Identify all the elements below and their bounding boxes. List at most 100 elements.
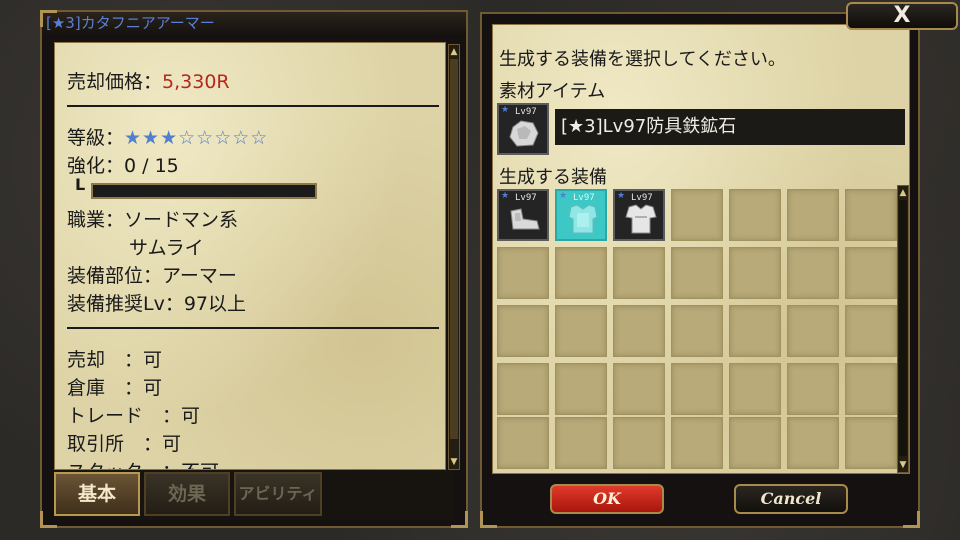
empty-slot[interactable]	[787, 363, 839, 415]
item-level: Lv97	[631, 193, 653, 203]
enhance-value: 0 / 15	[124, 155, 179, 177]
grade-label: 等級：	[67, 127, 125, 149]
level-row: 装備推奨Lv：97以上	[67, 289, 246, 316]
tab-effects[interactable]: 効果	[144, 472, 230, 516]
cancel-button[interactable]: Cancel	[734, 484, 848, 514]
tab-basic[interactable]: 基本	[54, 472, 140, 516]
enhance-progress-bar	[91, 183, 317, 199]
enhance-row: 強化：0 / 15	[67, 151, 179, 178]
empty-slot[interactable]	[845, 363, 897, 415]
empty-slot[interactable]	[845, 247, 897, 299]
empty-slot[interactable]	[555, 363, 607, 415]
empty-slot[interactable]	[613, 417, 665, 469]
level-label: 装備推奨Lv：	[67, 293, 184, 315]
frame-corner	[903, 511, 920, 528]
flag-value: 可	[143, 349, 163, 371]
empty-slot[interactable]	[729, 363, 781, 415]
empty-slot[interactable]	[613, 363, 665, 415]
empty-slot[interactable]	[671, 305, 723, 357]
scroll-up-icon[interactable]: ▲	[898, 188, 908, 198]
empty-slot[interactable]	[671, 363, 723, 415]
grade-stars-filled: ★★★	[124, 127, 179, 149]
flag-row: スタック ：不可	[67, 457, 219, 469]
empty-slot[interactable]	[845, 305, 897, 357]
star-badge-icon: ★	[501, 191, 510, 201]
enhance-label: 強化：	[67, 155, 125, 177]
empty-slot[interactable]	[729, 417, 781, 469]
empty-slot[interactable]	[555, 417, 607, 469]
flag-value: 可	[143, 377, 163, 399]
flag-value: 可	[181, 405, 201, 427]
flag-label: スタック ：	[67, 461, 181, 469]
price-value: 5,330R	[162, 71, 230, 93]
ore-icon	[509, 120, 539, 147]
flag-label: 売却 ：	[67, 349, 144, 371]
boots-icon	[510, 208, 540, 230]
instruction-text: 生成する装備を選択してください。	[499, 49, 786, 70]
grade-row: 等級：★★★☆☆☆☆☆	[67, 123, 268, 150]
empty-slot[interactable]	[671, 189, 723, 241]
empty-slot[interactable]	[729, 189, 781, 241]
empty-slot[interactable]	[729, 247, 781, 299]
empty-slot[interactable]	[787, 305, 839, 357]
material-item-slot[interactable]: ★ Lv97	[497, 103, 549, 155]
detail-tab-bar: 基本 効果 アビリティ	[54, 470, 454, 520]
scroll-down-icon[interactable]: ▼	[449, 457, 459, 467]
material-name: [★3]Lv97防具鉄鉱石	[555, 109, 905, 145]
divider	[67, 105, 439, 107]
empty-slot[interactable]	[497, 363, 549, 415]
level-value: 97以上	[183, 293, 247, 315]
flag-row: 取引所 ：可	[67, 429, 181, 456]
flag-value: 可	[162, 433, 182, 455]
job-label: 職業：	[67, 209, 125, 231]
price-row: 売却価格：5,330R	[67, 67, 230, 94]
empty-slot[interactable]	[787, 189, 839, 241]
empty-slot[interactable]	[845, 417, 897, 469]
shirt-icon	[625, 204, 657, 234]
star-badge-icon: ★	[501, 105, 510, 115]
generate-content: 生成する装備を選択してください。 素材アイテム ★ Lv97 [★3]Lv97防…	[492, 24, 910, 474]
frame-corner	[451, 511, 468, 528]
detail-scrollbar[interactable]: ▲ ▼	[448, 44, 460, 470]
empty-slot[interactable]	[845, 189, 897, 241]
empty-slot[interactable]	[729, 305, 781, 357]
item-detail-panel: [★3]カタフニアアーマー 売却価格：5,330R 等級：★★★☆☆☆☆☆ 強化…	[40, 10, 468, 528]
close-button[interactable]: X	[846, 2, 958, 30]
empty-slot[interactable]	[497, 305, 549, 357]
empty-slot[interactable]	[555, 305, 607, 357]
empty-slot[interactable]	[497, 417, 549, 469]
empty-slot[interactable]	[671, 417, 723, 469]
flag-row: 倉庫 ：可	[67, 373, 162, 400]
close-icon[interactable]: X	[848, 4, 956, 28]
scroll-up-icon[interactable]: ▲	[449, 47, 459, 57]
grid-scrollbar[interactable]: ▲ ▼	[897, 185, 909, 473]
empty-slot[interactable]	[613, 305, 665, 357]
scroll-down-icon[interactable]: ▼	[898, 460, 908, 470]
empty-slot[interactable]	[671, 247, 723, 299]
slot-label: 装備部位：	[67, 265, 163, 287]
empty-slot[interactable]	[787, 417, 839, 469]
item-level: Lv97	[573, 193, 595, 203]
flag-label: トレード ：	[67, 405, 182, 427]
item-level: Lv97	[515, 193, 537, 203]
divider	[67, 327, 439, 329]
scroll-thumb[interactable]	[450, 59, 458, 439]
equipment-generate-panel: 生成する装備を選択してください。 素材アイテム ★ Lv97 [★3]Lv97防…	[480, 12, 920, 528]
job-row: 職業：ソードマン系	[67, 205, 238, 232]
item-detail-content: 売却価格：5,330R 等級：★★★☆☆☆☆☆ 強化：0 / 15 L 職業：ソ…	[54, 42, 446, 470]
empty-slot[interactable]	[497, 247, 549, 299]
generated-item-slot[interactable]: ★ Lv97	[497, 189, 549, 241]
item-level: Lv97	[515, 107, 537, 117]
scroll-thumb[interactable]	[899, 200, 907, 456]
empty-slot[interactable]	[555, 247, 607, 299]
flag-row: トレード ：可	[67, 401, 200, 428]
job-value: ソードマン系	[124, 209, 239, 231]
tab-ability[interactable]: アビリティ	[234, 472, 322, 516]
generated-item-slot-selected[interactable]: ★ Lv97	[555, 189, 607, 241]
material-header: 素材アイテム	[499, 81, 606, 102]
empty-slot[interactable]	[613, 247, 665, 299]
frame-corner	[40, 10, 57, 27]
ok-button[interactable]: OK	[550, 484, 664, 514]
generated-item-slot[interactable]: ★ Lv97	[613, 189, 665, 241]
empty-slot[interactable]	[787, 247, 839, 299]
